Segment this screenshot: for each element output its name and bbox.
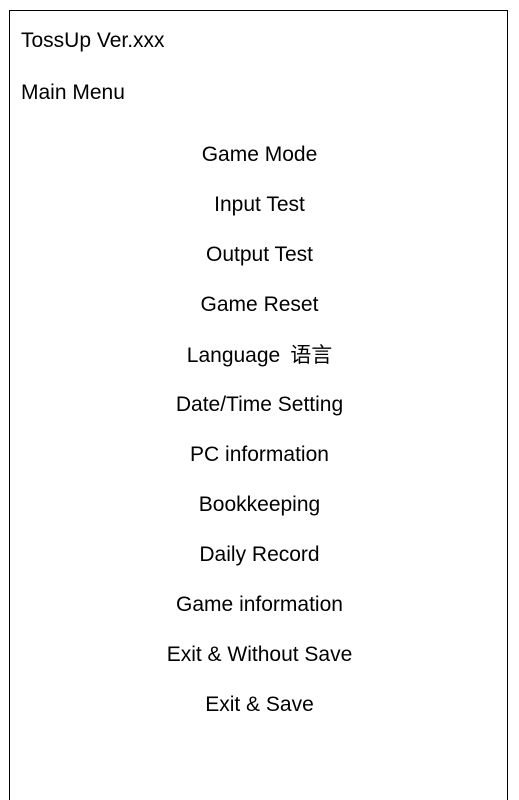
- menu-item-label: PC information: [190, 443, 329, 466]
- menu-item-exit-without-save[interactable]: Exit & Without Save: [0, 630, 519, 680]
- menu-title: Main Menu: [21, 81, 125, 104]
- menu-item-label: Exit & Without Save: [166, 643, 353, 666]
- menu-item-label: Exit & Save: [205, 693, 314, 716]
- menu-item-language-chinese-label: 语言: [290, 343, 333, 367]
- menu-item-label: Output Test: [205, 243, 313, 266]
- menu-item-date-time-setting[interactable]: Date/Time Setting: [0, 380, 519, 430]
- menu-item-game-mode[interactable]: Game Mode: [0, 130, 519, 180]
- menu-item-bookkeeping[interactable]: Bookkeeping: [0, 480, 519, 530]
- menu-item-label: Game Reset: [200, 293, 319, 316]
- menu-item-label: Daily Record: [199, 543, 320, 566]
- menu-item-label: Bookkeeping: [198, 493, 321, 516]
- menu-item-language[interactable]: Language 语言: [0, 330, 519, 380]
- menu-item-pc-information[interactable]: PC information: [0, 430, 519, 480]
- app-title: TossUp Ver.xxx: [21, 29, 165, 52]
- main-menu-list: Game Mode Input Test Output Test Game Re…: [0, 130, 519, 730]
- menu-item-output-test[interactable]: Output Test: [0, 230, 519, 280]
- menu-item-label: Game Mode: [201, 143, 318, 166]
- menu-item-input-test[interactable]: Input Test: [0, 180, 519, 230]
- menu-item-label: Input Test: [214, 193, 305, 216]
- menu-item-exit-and-save[interactable]: Exit & Save: [0, 680, 519, 730]
- menu-item-game-reset[interactable]: Game Reset: [0, 280, 519, 330]
- menu-item-daily-record[interactable]: Daily Record: [0, 530, 519, 580]
- menu-item-label: Game information: [176, 593, 343, 616]
- menu-item-label: Date/Time Setting: [175, 393, 344, 416]
- menu-item-game-information[interactable]: Game information: [0, 580, 519, 630]
- menu-item-label: Language: [186, 344, 281, 367]
